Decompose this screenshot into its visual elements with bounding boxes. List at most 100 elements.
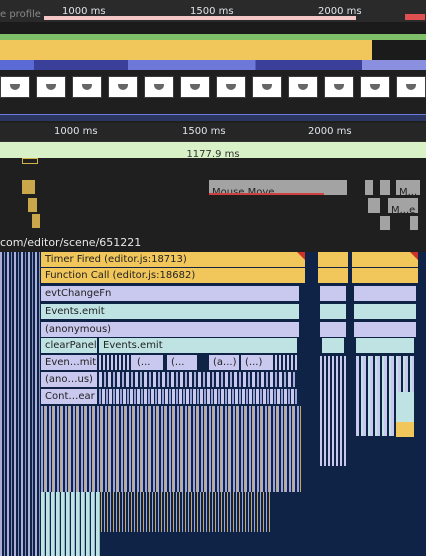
flame-entry[interactable] — [356, 338, 414, 353]
mouse-move-interaction[interactable]: Mouse Move — [209, 180, 347, 198]
flame-entry[interactable]: (... — [167, 355, 197, 370]
overview-marker-red — [405, 14, 425, 20]
mouse-move-overlong — [209, 193, 324, 195]
overview-tick-1500: 1500 ms — [190, 6, 234, 17]
flame-entry-events-emit-2[interactable]: Events.emit — [99, 338, 297, 353]
interaction-block[interactable] — [22, 180, 35, 194]
screenshot-thumb[interactable] — [252, 76, 282, 98]
flame-dense-region — [41, 492, 101, 556]
flame-entry-label: (...) — [245, 357, 263, 368]
flame-red-corner — [297, 252, 305, 260]
screenshot-thumb[interactable] — [216, 76, 246, 98]
flame-dense-region — [41, 406, 301, 492]
flame-entry[interactable] — [320, 304, 346, 319]
flame-entry-stripes — [99, 372, 297, 387]
flame-entry[interactable]: (a...) — [209, 355, 239, 370]
interaction-block[interactable] — [28, 198, 37, 212]
flame-chart[interactable]: Timer Fired (editor.js:18713) Function C… — [0, 252, 426, 556]
selection-duration-bar[interactable]: 1177.9 ms — [0, 142, 426, 160]
interaction-block[interactable] — [380, 180, 390, 195]
flame-highlight-block — [396, 422, 414, 437]
flame-entry[interactable] — [354, 286, 416, 301]
flame-entry[interactable] — [318, 268, 348, 283]
flame-entry-label: (a...) — [213, 357, 237, 368]
overview-profile-label: e profile — [0, 9, 41, 20]
cpu-yellow-band — [0, 40, 372, 62]
flame-entry-timer-fired[interactable]: Timer Fired (editor.js:18713) — [41, 252, 305, 267]
flame-entry-anonymous[interactable]: (anonymous) — [41, 322, 299, 337]
screenshot-thumb[interactable] — [396, 76, 426, 98]
cpu-blue-spikes — [0, 60, 426, 70]
flame-entry-label: Even…mit — [45, 357, 97, 368]
flame-entry-events-emit[interactable]: Events.emit — [41, 304, 299, 319]
flame-entry[interactable]: (... — [133, 355, 163, 370]
overview-tick-1000: 1000 ms — [62, 6, 106, 17]
flame-entry-label: (anonymous) — [45, 324, 112, 335]
ruler-tick-1000: 1000 ms — [54, 126, 98, 137]
screenshot-thumb[interactable] — [108, 76, 138, 98]
overview-tick-2000: 2000 ms — [318, 6, 362, 17]
flame-entry[interactable] — [320, 286, 346, 301]
screenshot-thumb[interactable] — [72, 76, 102, 98]
cpu-activity-graph — [0, 22, 426, 70]
flame-entry[interactable] — [318, 252, 348, 267]
screenshot-thumb[interactable] — [0, 76, 30, 98]
ruler-tick-2000: 2000 ms — [308, 126, 352, 137]
overview-ruler: e profile 1000 ms 1500 ms 2000 ms — [0, 0, 426, 22]
flame-entry-label: Function Call (editor.js:18682) — [45, 270, 196, 281]
heap-line — [0, 114, 426, 121]
flame-left-stack — [0, 252, 40, 556]
interaction-block[interactable] — [380, 216, 390, 230]
flame-entry[interactable] — [322, 338, 344, 353]
screenshot-thumb[interactable] — [324, 76, 354, 98]
flame-dense-region — [101, 492, 271, 532]
flame-entry-label: Events.emit — [45, 306, 105, 317]
flame-entry[interactable] — [354, 322, 416, 337]
timeline-ruler[interactable]: 1000 ms 1500 ms 2000 ms — [0, 123, 426, 142]
screenshot-thumb[interactable] — [36, 76, 66, 98]
flame-entry-label: Cont…ear — [45, 391, 95, 402]
flame-entry-ano-us[interactable]: (ano…us) — [41, 372, 97, 387]
flame-entry[interactable] — [352, 268, 418, 283]
flame-entry[interactable]: (...) — [241, 355, 271, 370]
flame-entry-label: Events.emit — [103, 340, 163, 351]
flame-entry-stripes — [99, 389, 297, 404]
interaction-m-short[interactable]: M... — [396, 180, 420, 198]
flame-entry[interactable] — [354, 304, 416, 319]
interaction-block[interactable] — [368, 198, 380, 213]
screenshot-thumb[interactable] — [180, 76, 210, 98]
heap-graph — [0, 104, 426, 123]
flame-entry-label: (ano…us) — [45, 374, 93, 385]
interaction-block[interactable] — [32, 214, 40, 228]
interaction-m-e-label: M...e — [391, 205, 416, 216]
screenshot-thumb[interactable] — [360, 76, 390, 98]
interaction-block[interactable] — [365, 180, 373, 195]
interaction-block[interactable] — [410, 216, 418, 230]
flame-entry-label: (... — [171, 357, 185, 368]
main-thread-header[interactable]: com/editor/scene/651221 — [0, 234, 426, 252]
flame-entry-cont-ear[interactable]: Cont…ear — [41, 389, 97, 404]
ruler-tick-1500: 1500 ms — [182, 126, 226, 137]
interaction-m-short-label: M... — [399, 187, 418, 198]
flame-entry-clearpanel[interactable]: clearPanel — [41, 338, 97, 353]
flame-entry-label: evtChangeFn — [45, 288, 112, 299]
main-thread-url: com/editor/scene/651221 — [0, 236, 142, 249]
flame-entry[interactable] — [352, 252, 418, 267]
flame-entry-label: Timer Fired (editor.js:18713) — [45, 254, 187, 265]
flame-entry-even-mit[interactable]: Even…mit — [41, 355, 97, 370]
flame-entry-label: clearPanel — [45, 340, 97, 351]
flame-entry-function-call[interactable]: Function Call (editor.js:18682) — [41, 268, 305, 283]
flame-entry-label: (... — [137, 357, 151, 368]
flame-entry-evtchangefn[interactable]: evtChangeFn — [41, 286, 299, 301]
interaction-m-e[interactable]: M...e — [388, 198, 418, 216]
interactions-track: Mouse Move M... M...e — [0, 158, 426, 234]
interaction-marker[interactable] — [22, 158, 38, 164]
flame-entry-stripes — [271, 355, 297, 370]
flame-red-corner — [410, 252, 418, 260]
flame-entry[interactable] — [320, 322, 346, 337]
screenshot-thumb[interactable] — [288, 76, 318, 98]
screenshot-thumb[interactable] — [144, 76, 174, 98]
flame-right-stack — [320, 356, 346, 466]
flame-entry-stripes — [99, 355, 133, 370]
overview-strip[interactable]: e profile 1000 ms 1500 ms 2000 ms — [0, 0, 426, 123]
